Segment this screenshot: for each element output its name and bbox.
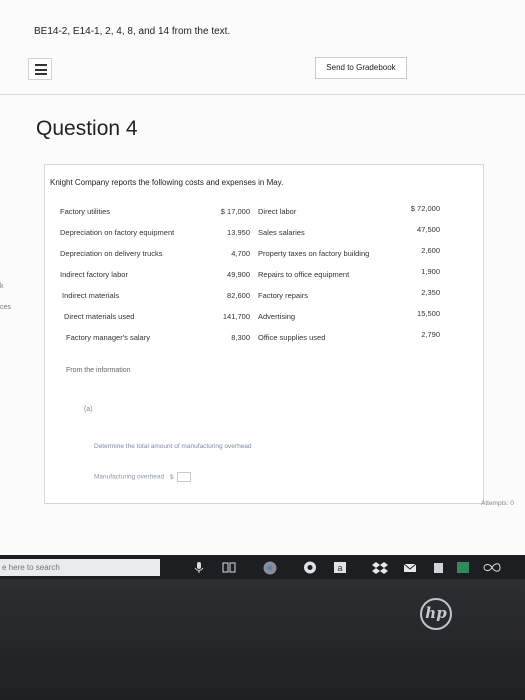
manufacturing-overhead-label: Manufacturing overhead xyxy=(94,473,165,481)
send-to-gradebook-button[interactable]: Send to Gradebook xyxy=(315,57,407,79)
infinity-icon[interactable] xyxy=(483,561,501,574)
currency-prefix: $ xyxy=(169,473,174,481)
cost-label: Indirect factory labor xyxy=(60,270,128,279)
expense-label: Office supplies used xyxy=(258,333,326,342)
question-intro: Knight Company reports the following cos… xyxy=(50,178,284,187)
file-explorer-icon[interactable]: a xyxy=(333,561,347,574)
expense-value: 2,600 xyxy=(421,246,440,255)
store-icon[interactable] xyxy=(432,561,444,574)
expense-label: Property taxes on factory building xyxy=(258,249,370,258)
part-a-label: (a) xyxy=(84,406,93,413)
cost-value: 141,700 xyxy=(222,312,250,321)
task-view-icon[interactable] xyxy=(222,561,236,574)
expense-value: 2,790 xyxy=(421,330,440,339)
manufacturing-overhead-row: Manufacturing overhead $ xyxy=(94,472,192,482)
cost-value: 8,300 xyxy=(231,333,250,342)
cost-label: Direct materials used xyxy=(64,312,135,321)
cost-value: 49,900 xyxy=(227,270,250,279)
browser-page: BE14-2, E14-1, 2, 4, 8, and 14 from the … xyxy=(0,0,525,555)
expense-value: $ 72,000 xyxy=(410,204,440,213)
chrome-icon[interactable] xyxy=(262,561,278,575)
cost-label: Depreciation on factory equipment xyxy=(60,228,175,237)
attempts-counter: Attempts: 0 xyxy=(481,500,514,507)
cost-value: 13,950 xyxy=(227,228,250,237)
expense-label: Sales salaries xyxy=(258,228,305,237)
laptop-bezel xyxy=(0,579,525,700)
hp-logo: hp xyxy=(420,598,452,630)
dropbox-icon[interactable] xyxy=(372,561,388,574)
taskbar-search-input[interactable]: e here to search xyxy=(0,559,160,576)
cost-value: $ 17,000 xyxy=(220,207,250,216)
expense-value: 2,350 xyxy=(421,288,440,297)
question-title: Question 4 xyxy=(36,117,138,140)
left-edge-text: k xyxy=(0,283,4,290)
mail-icon[interactable] xyxy=(403,561,417,574)
microphone-icon[interactable] xyxy=(193,561,205,574)
expense-label: Advertising xyxy=(258,312,296,321)
expense-value: 47,500 xyxy=(417,225,440,234)
menu-button[interactable] xyxy=(28,58,52,80)
determine-instruction: Determine the total amount of manufactur… xyxy=(94,443,252,450)
cost-value: 4,700 xyxy=(231,249,250,258)
hamburger-icon xyxy=(35,64,47,75)
expense-label: Factory repairs xyxy=(258,291,309,300)
divider xyxy=(0,94,525,95)
expense-label: Repairs to office equipment xyxy=(258,270,350,279)
assignment-title: BE14-2, E14-1, 2, 4, 8, and 14 from the … xyxy=(34,26,231,37)
expense-label: Direct labor xyxy=(258,207,297,216)
left-edge-text: ces xyxy=(0,304,11,311)
edge-icon[interactable] xyxy=(303,561,317,574)
cost-value: 82,600 xyxy=(227,291,250,300)
app-tile-icon[interactable] xyxy=(456,561,470,574)
expense-value: 15,500 xyxy=(417,309,440,318)
manufacturing-overhead-input[interactable] xyxy=(177,472,192,482)
from-information-text: From the information xyxy=(66,367,131,374)
expense-value: 1,900 xyxy=(421,267,440,276)
cost-label: Indirect materials xyxy=(62,291,120,300)
cost-label: Depreciation on delivery trucks xyxy=(60,249,163,258)
cost-label: Factory utilities xyxy=(60,207,111,216)
svg-text:a: a xyxy=(337,563,342,573)
cost-label: Factory manager's salary xyxy=(66,333,150,342)
